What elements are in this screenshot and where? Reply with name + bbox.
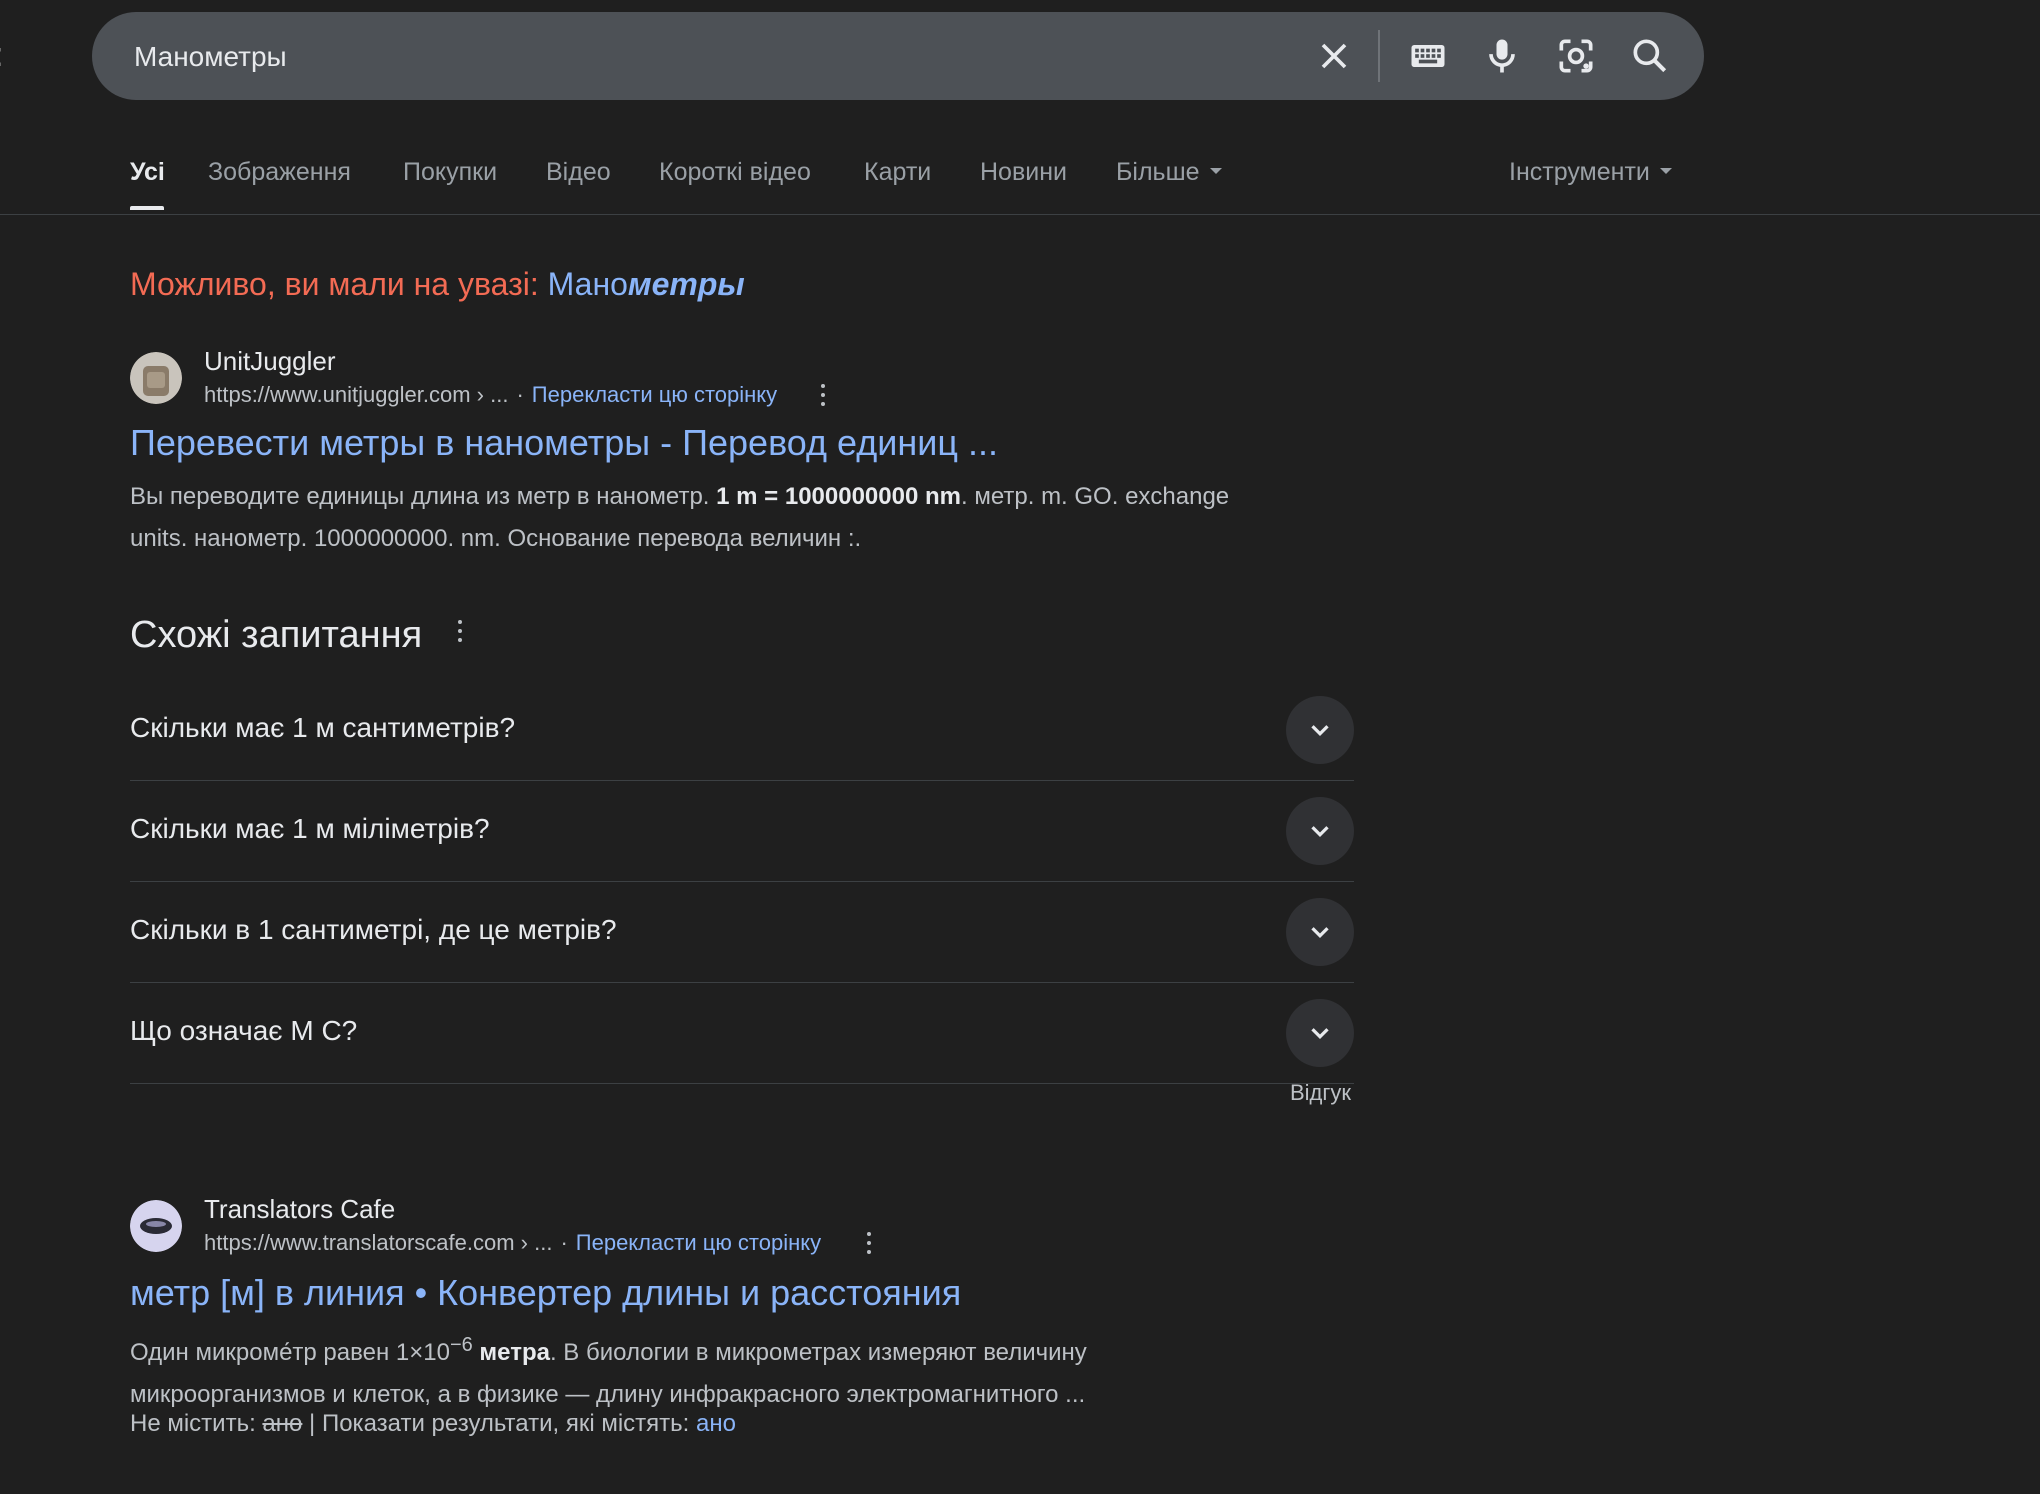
site-url[interactable]: https://www.unitjuggler.com › ... <box>204 382 508 407</box>
tab-more[interactable]: Більше <box>1116 158 1222 187</box>
site-name[interactable]: UnitJuggler <box>204 346 336 377</box>
microphone-icon[interactable] <box>1480 34 1524 78</box>
related-question[interactable]: Скільки в 1 сантиметрі, де це метрів? <box>130 882 1354 983</box>
more-options-icon[interactable] <box>457 619 463 646</box>
did-you-mean-label: Можливо, ви мали на увазі: <box>130 266 539 302</box>
did-you-mean: Можливо, ви мали на увазі: Манометры <box>130 266 745 303</box>
related-question[interactable]: Скільки має 1 м міліметрів? <box>130 781 1354 882</box>
more-options-icon[interactable] <box>866 1232 872 1258</box>
snippet-text: . В биологии в микрометрах измеряют вели… <box>549 1339 1087 1366</box>
chevron-down-icon[interactable] <box>1286 898 1354 966</box>
edge-cutoff-glyph: : <box>0 36 3 75</box>
related-questions-title: Схожі запитання <box>130 614 423 656</box>
tools-label: Інструменти <box>1509 158 1650 186</box>
close-icon[interactable] <box>1312 34 1356 78</box>
did-you-mean-emphasis[interactable]: метры <box>628 266 745 302</box>
lens-icon[interactable] <box>1554 34 1598 78</box>
tab-news[interactable]: Новини <box>980 158 1067 187</box>
snippet-text: . метр. m. GO. exchange <box>961 483 1230 510</box>
chevron-down-icon[interactable] <box>1286 797 1354 865</box>
more-options-icon[interactable] <box>820 384 826 410</box>
tab-maps[interactable]: Карти <box>864 158 931 187</box>
chevron-down-icon <box>1659 168 1672 175</box>
did-you-mean-link[interactable]: Манометры <box>548 266 745 302</box>
chevron-down-icon[interactable] <box>1286 999 1354 1067</box>
favicon-icon <box>130 1200 182 1252</box>
question-text: Скільки має 1 м сантиметрів? <box>130 712 516 743</box>
site-name[interactable]: Translators Cafe <box>204 1194 395 1225</box>
result-title-link[interactable]: метр [м] в линия • Конвертер длины и рас… <box>130 1272 961 1314</box>
result-snippet: Один микроме́тр равен 1×10−6 метра. В би… <box>130 1324 1087 1416</box>
tab-videos[interactable]: Відео <box>546 158 611 187</box>
search-bar-divider <box>1378 30 1380 82</box>
snippet-text: Один микроме́тр равен 1×10 <box>130 1339 450 1366</box>
question-text: Скільки має 1 м міліметрів? <box>130 813 490 844</box>
show-results-label: | Показати результати, які містять: <box>309 1410 690 1437</box>
did-you-mean-base[interactable]: Мано <box>548 266 628 302</box>
feedback-link[interactable]: Відгук <box>1290 1080 1351 1106</box>
site-url-line: https://www.translatorscafe.com › ... · Пе… <box>204 1230 822 1255</box>
missing-label: Не містить: <box>130 1410 256 1437</box>
snippet-line: units. нанометр. 1000000000. nm. Основан… <box>130 525 862 552</box>
question-text: Що означає М С? <box>130 1015 358 1046</box>
search-input[interactable] <box>132 12 1236 102</box>
include-term-link[interactable]: ано <box>696 1410 736 1437</box>
related-question[interactable]: Скільки має 1 м сантиметрів? <box>130 680 1354 781</box>
site-url-line: https://www.unitjuggler.com › ... · Перекл… <box>204 382 778 407</box>
snippet-superscript: −6 <box>449 1334 473 1356</box>
missing-terms: Не містить: ано | Показати результати, я… <box>130 1410 736 1438</box>
active-tab-indicator <box>130 206 164 210</box>
translate-link[interactable]: Перекласти цю сторінку <box>576 1230 821 1255</box>
tools-button[interactable]: Інструменти <box>1509 158 1672 187</box>
site-url[interactable]: https://www.translatorscafe.com › ... <box>204 1230 552 1255</box>
related-questions-list: Скільки має 1 м сантиметрів? Скільки має… <box>130 680 1354 1084</box>
snippet-text: Вы переводите единицы длина из метр в на… <box>130 483 717 510</box>
snippet-highlight: метра <box>472 1339 550 1366</box>
snippet-line: Один микроме́тр равен 1×10−6 метра. В би… <box>130 1324 1087 1374</box>
tab-more-label: Більше <box>1116 158 1200 186</box>
tab-shopping[interactable]: Покупки <box>403 158 497 187</box>
tab-all[interactable]: Усі <box>130 158 165 187</box>
result-title-link[interactable]: Перевести метры в нанометры - Перевод ед… <box>130 422 998 464</box>
related-questions-heading: Схожі запитання <box>130 614 462 657</box>
search-tabs: Усі Зображення Покупки Відео Короткі від… <box>0 148 2040 215</box>
chevron-down-icon[interactable] <box>1286 696 1354 764</box>
search-bar <box>92 12 1704 102</box>
keyboard-icon[interactable] <box>1406 34 1450 78</box>
related-question[interactable]: Що означає М С? <box>130 983 1354 1084</box>
search-icon[interactable] <box>1628 34 1672 78</box>
chevron-down-icon <box>1209 168 1222 175</box>
missing-word: ано <box>262 1410 303 1437</box>
favicon-icon <box>130 352 182 404</box>
question-text: Скільки в 1 сантиметрі, де це метрів? <box>130 914 617 945</box>
result-snippet: Вы переводите единицы длина из метр в на… <box>130 476 1229 560</box>
snippet-highlight: 1 m = 1000000000 nm <box>716 483 961 510</box>
translate-link[interactable]: Перекласти цю сторінку <box>532 382 777 407</box>
tab-short-videos[interactable]: Короткі відео <box>659 158 811 187</box>
tab-images[interactable]: Зображення <box>208 158 351 187</box>
snippet-line: Вы переводите единицы длина из метр в на… <box>130 476 1229 518</box>
